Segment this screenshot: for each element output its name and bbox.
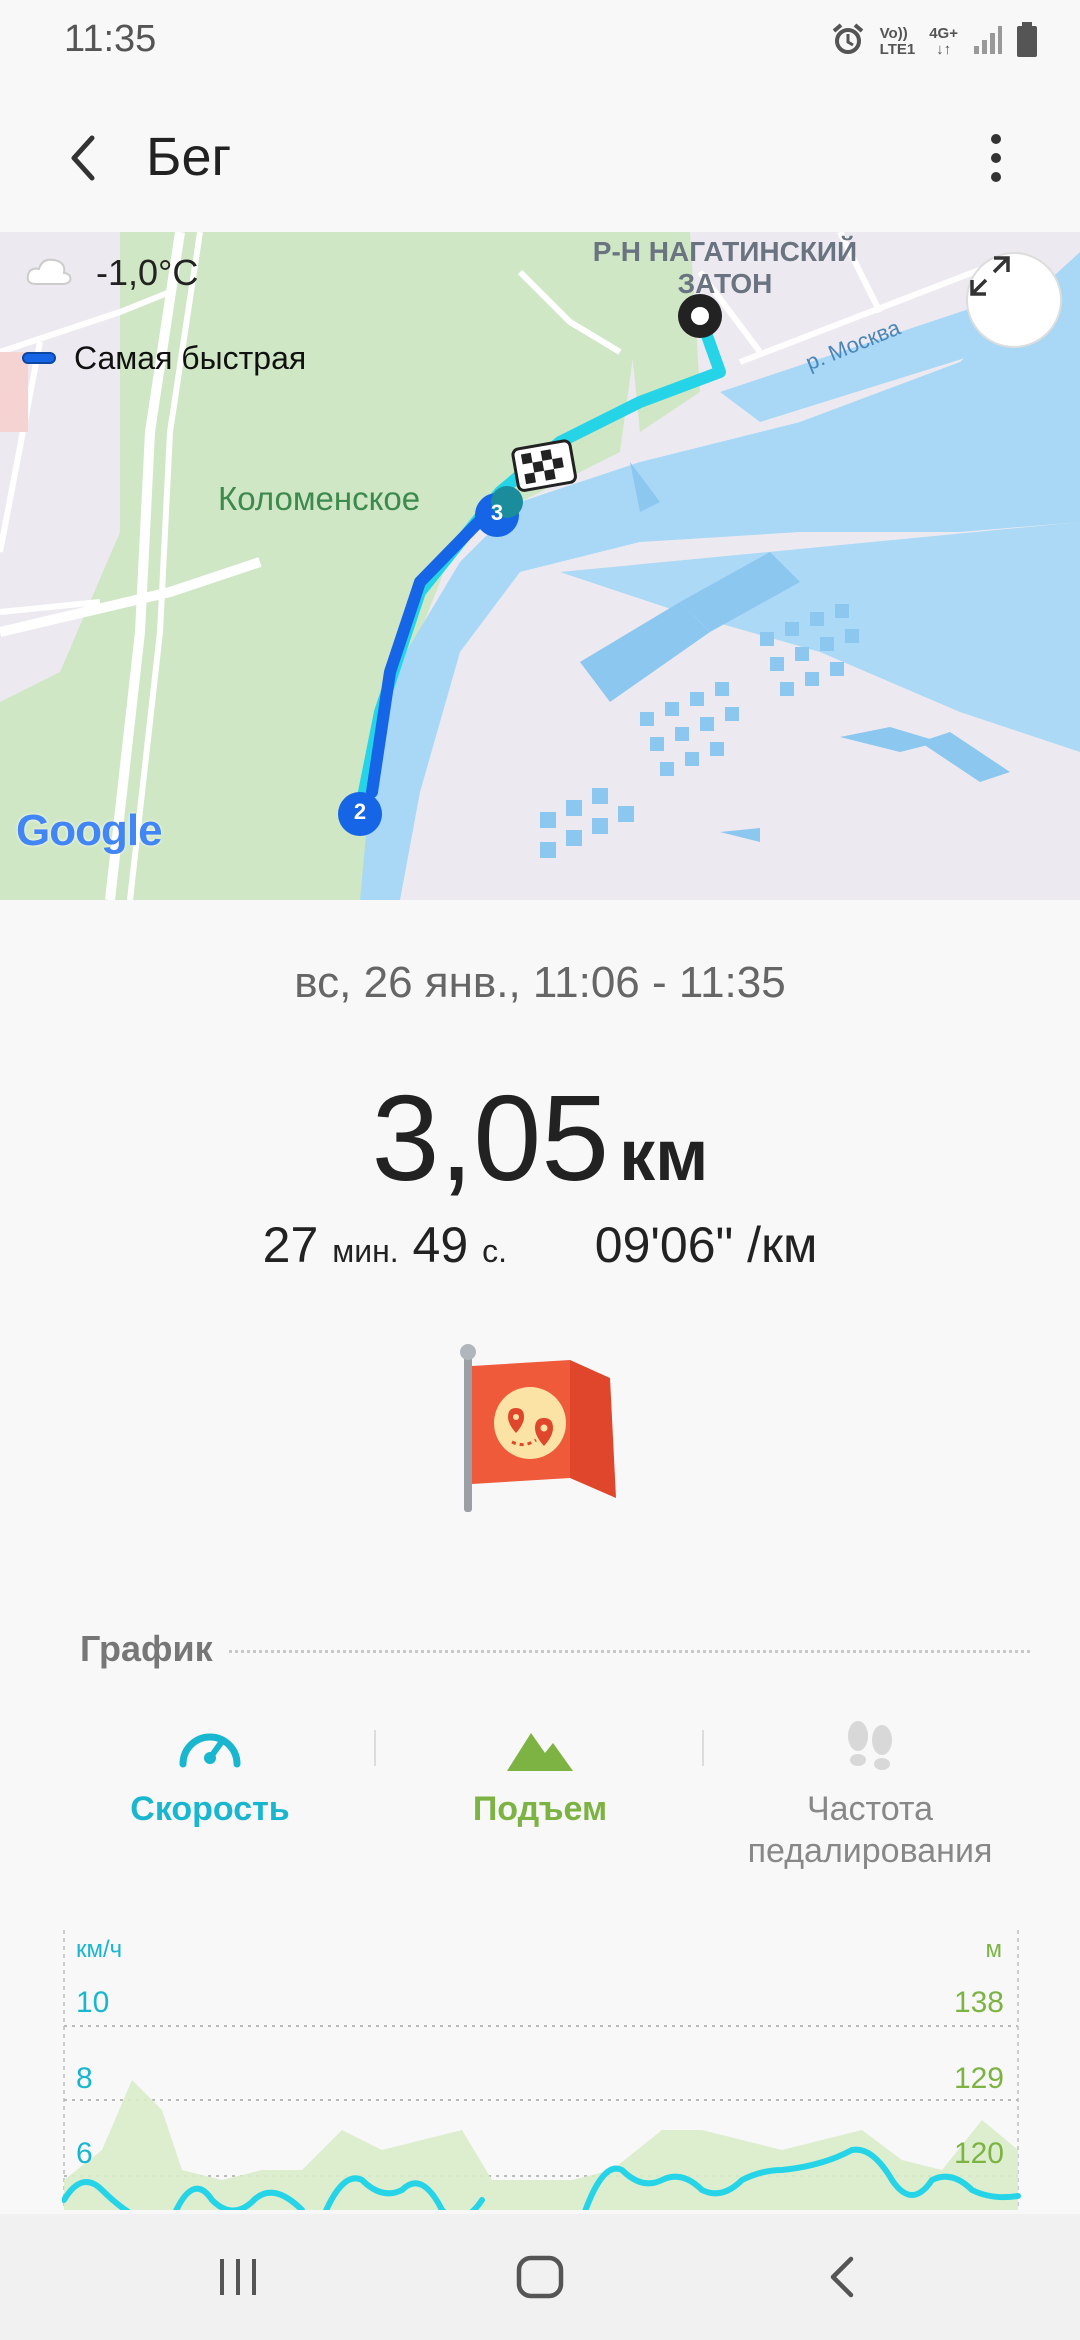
map-canvas (0, 232, 1080, 900)
tab-speed[interactable]: Скорость (60, 1718, 360, 1830)
weather-temperature: -1,0°C (96, 252, 199, 293)
tab-cadence-label: Частота педалирования (747, 1790, 993, 1870)
home-icon (516, 2255, 564, 2299)
back-button[interactable] (48, 122, 120, 194)
workout-stats: 27 мин. 49 с. 09'06" /км (0, 1216, 1080, 1274)
workout-date-range: вс, 26 янв., 11:06 - 11:35 (294, 958, 786, 1007)
right-tick-129: 129 (953, 2062, 1004, 2095)
route-marker-3[interactable]: 3 (487, 500, 507, 526)
system-back-button[interactable] (802, 2244, 882, 2310)
home-button[interactable] (500, 2244, 580, 2310)
left-axis-unit: км/ч (76, 1936, 123, 1963)
graph-section-title: График (80, 1628, 227, 1670)
speedometer-icon (60, 1718, 360, 1778)
expand-map-button[interactable] (966, 252, 1062, 348)
achievement-flag-icon[interactable] (450, 1338, 630, 1518)
right-tick-138: 138 (953, 1986, 1004, 2019)
duration-seconds-unit: с. (482, 1233, 507, 1269)
distance-value: 3,05 (371, 1070, 610, 1206)
status-time: 11:35 (64, 18, 157, 60)
recent-apps-button[interactable] (198, 2244, 278, 2310)
left-tick-10: 10 (76, 1986, 110, 2019)
system-back-icon (830, 2256, 854, 2298)
speed-elevation-chart[interactable]: км/ч м 10 8 6 138 129 120 (62, 1930, 1022, 2210)
chart-canvas (62, 1930, 1021, 2210)
park-label: Коломенское (218, 480, 421, 517)
tab-elevation[interactable]: Подъем (390, 1718, 690, 1830)
network-type-icon: 4G+ ↓↑ (929, 25, 958, 58)
more-vertical-icon (991, 134, 1001, 182)
legend-fastest-label: Самая быстрая (74, 340, 307, 376)
route-marker-2[interactable]: 2 (350, 799, 370, 825)
battery-icon (1016, 22, 1038, 62)
status-icons: Vo)) LTE1 4G+ ↓↑ (830, 22, 1038, 62)
right-axis-unit: м (985, 1936, 1003, 1963)
status-bar: 11:35 Vo)) LTE1 4G+ ↓↑ (0, 0, 1080, 84)
system-nav-bar (0, 2214, 1080, 2340)
more-options-button[interactable] (960, 122, 1032, 194)
district-label: Р-Н НАГАТИНСКИЙ ЗАТОН (592, 236, 858, 299)
left-tick-6: 6 (76, 2137, 93, 2170)
app-header: Бег (0, 84, 1080, 232)
right-tick-120: 120 (953, 2137, 1004, 2170)
tab-speed-label: Скорость (130, 1790, 290, 1828)
recent-apps-icon (220, 2259, 256, 2295)
tab-cadence[interactable]: Частота педалирования (720, 1718, 1020, 1872)
tab-separator (702, 1730, 704, 1766)
duration-minutes: 27 (262, 1217, 319, 1273)
back-arrow-icon (71, 135, 95, 181)
alarm-icon (830, 22, 866, 62)
expand-icon (970, 256, 1010, 296)
legend-line-icon (22, 352, 56, 364)
page-title: Бег (146, 127, 232, 187)
volte-icon: Vo)) LTE1 (879, 25, 916, 58)
distance-unit: км (619, 1116, 709, 1196)
tab-elevation-label: Подъем (472, 1790, 608, 1828)
google-logo: Google (16, 806, 163, 855)
duration-minutes-unit: мин. (332, 1233, 399, 1269)
duration-seconds: 49 (412, 1217, 469, 1273)
signal-icon (972, 24, 1002, 60)
tab-separator (374, 1730, 376, 1766)
left-tick-8: 8 (76, 2062, 93, 2095)
footprints-icon (720, 1718, 1020, 1778)
average-pace: 09'06" /км (594, 1217, 818, 1273)
workout-distance: 3,05 км (0, 1068, 1080, 1208)
mountain-icon (390, 1718, 690, 1778)
route-map[interactable]: 2 3 -1,0°C Самая быстрая Р-Н НАГАТИНСКИЙ… (0, 232, 1080, 900)
